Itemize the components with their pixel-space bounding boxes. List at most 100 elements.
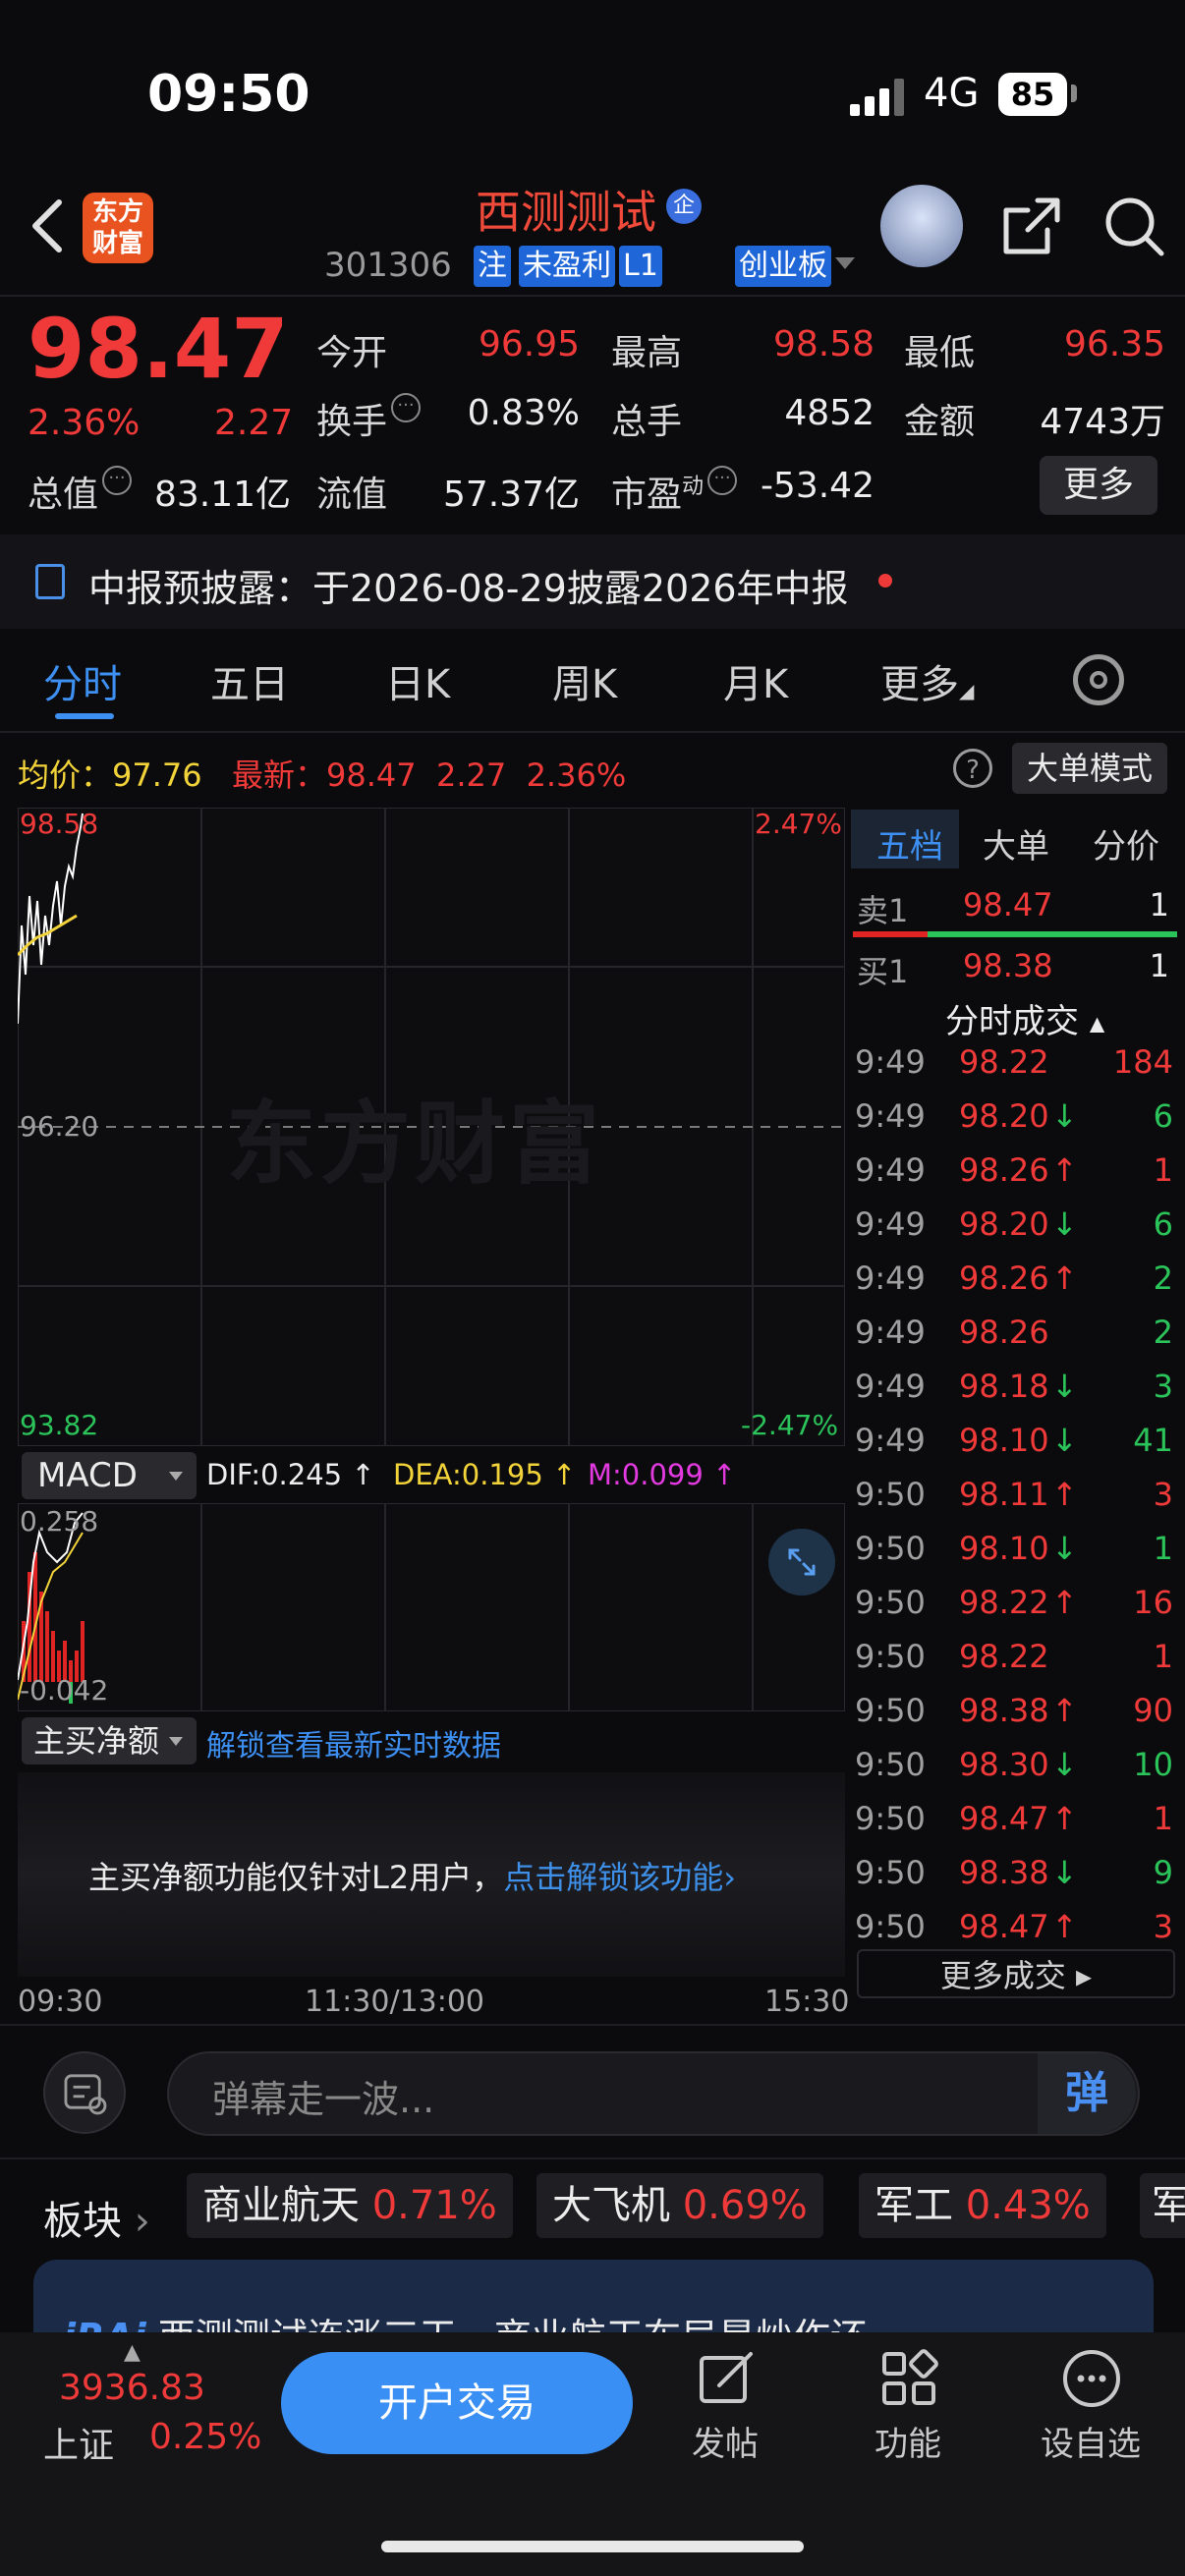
trade-volume: 10 — [1133, 1746, 1173, 1783]
macd-chart[interactable] — [18, 1503, 845, 1711]
index-value[interactable]: 3936.83 — [59, 2368, 205, 2408]
watermark: 东方财富 — [226, 1092, 604, 1197]
sector-chip[interactable]: 商业航天 0.71% — [187, 2173, 513, 2238]
expand-icon[interactable] — [768, 1529, 835, 1596]
sell1-label: 卖1 — [857, 892, 909, 929]
trade-price: 98.47 — [959, 1908, 1049, 1945]
tab-five-level[interactable]: 五档 — [876, 819, 943, 868]
trade-time: 9:50 — [855, 1746, 926, 1783]
order-ratio-bar — [853, 931, 1177, 937]
trade-volume: 1 — [1153, 1530, 1173, 1567]
tab-more[interactable]: 更多◢ — [880, 652, 974, 709]
unlock-realtime-link[interactable]: 解锁查看最新实时数据 — [206, 1721, 501, 1764]
tab-five-day[interactable]: 五日 — [210, 652, 289, 709]
unlock-feature-link: 点击解锁该功能 — [503, 1859, 724, 1896]
open-account-trade-button[interactable]: 开户交易 — [281, 2352, 633, 2454]
trade-time: 9:50 — [855, 1530, 926, 1567]
trade-price: 98.22 — [959, 1638, 1049, 1675]
turnover-label[interactable]: 换手 ··· — [316, 393, 422, 444]
expand-up-icon[interactable]: ▲ — [124, 2340, 141, 2365]
tab-weekly-k[interactable]: 周K — [552, 652, 617, 709]
trade-volume: 6 — [1153, 1097, 1173, 1135]
more-trades-button[interactable]: 更多成交 ▸ — [857, 1949, 1175, 1998]
tab-daily-k[interactable]: 日K — [385, 652, 450, 709]
float-value: 57.37亿 — [442, 475, 580, 515]
pe-label[interactable]: 市盈动 ··· — [611, 466, 738, 517]
high-value: 98.58 — [772, 324, 875, 364]
trades-header[interactable]: 分时成交 ▲ — [945, 994, 1104, 1042]
back-icon[interactable] — [28, 196, 67, 255]
sector-label[interactable]: 板块 › — [43, 2189, 150, 2246]
amount-label: 金额 — [904, 402, 976, 442]
tab-monthly-k[interactable]: 月K — [723, 652, 788, 709]
tag-board[interactable]: 创业板 — [735, 246, 831, 287]
trade-direction: ↑ — [1051, 1584, 1078, 1621]
net-buy-select[interactable]: 主买净额 — [22, 1717, 197, 1764]
trade-time: 9:50 — [855, 1584, 926, 1621]
trade-time: 9:50 — [855, 1692, 926, 1729]
danmu-settings-icon[interactable] — [43, 2051, 126, 2134]
nav-function[interactable]: 功能 — [849, 2417, 967, 2465]
battery-icon: 85 — [998, 73, 1067, 116]
function-icon[interactable] — [878, 2348, 939, 2409]
trade-time: 9:49 — [855, 1205, 926, 1243]
trade-time: 9:49 — [855, 1151, 926, 1189]
index-pct[interactable]: 0.25% — [149, 2417, 261, 2457]
sector-chip[interactable]: 大飞机 0.69% — [536, 2173, 823, 2238]
help-icon[interactable]: ? — [953, 749, 992, 788]
macd-top-label: 0.258 — [20, 1505, 99, 1538]
stock-code: 301306 — [324, 246, 452, 285]
robot-avatar-icon[interactable] — [880, 185, 963, 267]
trade-direction: ↓ — [1051, 1746, 1078, 1783]
trade-price: 98.10 — [959, 1530, 1049, 1567]
search-icon[interactable] — [1102, 195, 1165, 257]
share-icon[interactable] — [1000, 195, 1063, 257]
more-quote-button[interactable]: 更多 — [1040, 456, 1157, 515]
chevron-down-icon — [835, 257, 855, 269]
indicator-select[interactable]: MACD — [22, 1452, 197, 1499]
y-min-label: 93.82 — [20, 1409, 99, 1441]
danmu-divider — [0, 2024, 1185, 2026]
trade-volume: 9 — [1153, 1854, 1173, 1891]
sector-chip[interactable]: 军工 0.43% — [859, 2173, 1106, 2238]
nav-watchlist[interactable]: 设自选 — [1032, 2417, 1150, 2465]
danmu-send-button[interactable]: 弹 — [1038, 2053, 1136, 2134]
change-amount: 2.27 — [214, 403, 294, 443]
trade-volume: 1 — [1153, 1151, 1173, 1189]
trade-time: 9:50 — [855, 1638, 926, 1675]
trade-direction: ↑ — [1051, 1476, 1078, 1513]
mktcap-value: 83.11亿 — [153, 475, 291, 515]
buy1-volume: 1 — [1149, 947, 1169, 984]
net-buy-message[interactable]: 主买净额功能仅针对L2用户，点击解锁该功能› — [88, 1853, 736, 1898]
trade-volume: 2 — [1153, 1260, 1173, 1297]
sector-chip[interactable]: 军 — [1140, 2173, 1185, 2238]
post-icon[interactable] — [696, 2348, 757, 2409]
turnover-value: 0.83% — [467, 393, 580, 433]
change-pct: 2.36% — [28, 403, 141, 443]
y-mid-label: 96.20 — [20, 1110, 99, 1143]
index-name[interactable]: 上证 — [43, 2417, 114, 2468]
mktcap-label[interactable]: 总值 ··· — [28, 466, 133, 517]
tab-big-order[interactable]: 大单 — [983, 819, 1049, 868]
trade-volume: 1 — [1153, 1800, 1173, 1837]
stock-name[interactable]: 西测测试 — [476, 177, 656, 242]
nav-post[interactable]: 发帖 — [666, 2417, 784, 2465]
tab-intraday[interactable]: 分时 — [43, 652, 122, 709]
app-logo: 东方 财富 — [83, 193, 153, 263]
trade-price: 98.22 — [959, 1043, 1049, 1081]
trade-time: 9:49 — [855, 1260, 926, 1297]
big-order-mode-button[interactable]: 大单模式 — [1012, 743, 1167, 794]
notice-text[interactable]: 中报预披露：于2026-08-29披露2026年中报 — [88, 558, 849, 612]
trade-volume: 1 — [1153, 1638, 1173, 1675]
trade-price: 98.38 — [959, 1854, 1049, 1891]
add-watchlist-icon[interactable] — [1061, 2348, 1122, 2409]
high-label: 最高 — [611, 333, 683, 373]
trade-direction: ↑ — [1051, 1692, 1078, 1729]
trade-time: 9:49 — [855, 1043, 926, 1081]
more-icon: ··· — [707, 466, 738, 495]
gear-icon[interactable] — [1073, 654, 1124, 705]
sell1-price: 98.47 — [963, 886, 1053, 924]
trade-direction: ↓ — [1051, 1368, 1078, 1405]
pct-min-label: -2.47% — [741, 1409, 839, 1441]
tab-price-dist[interactable]: 分价 — [1093, 819, 1159, 868]
